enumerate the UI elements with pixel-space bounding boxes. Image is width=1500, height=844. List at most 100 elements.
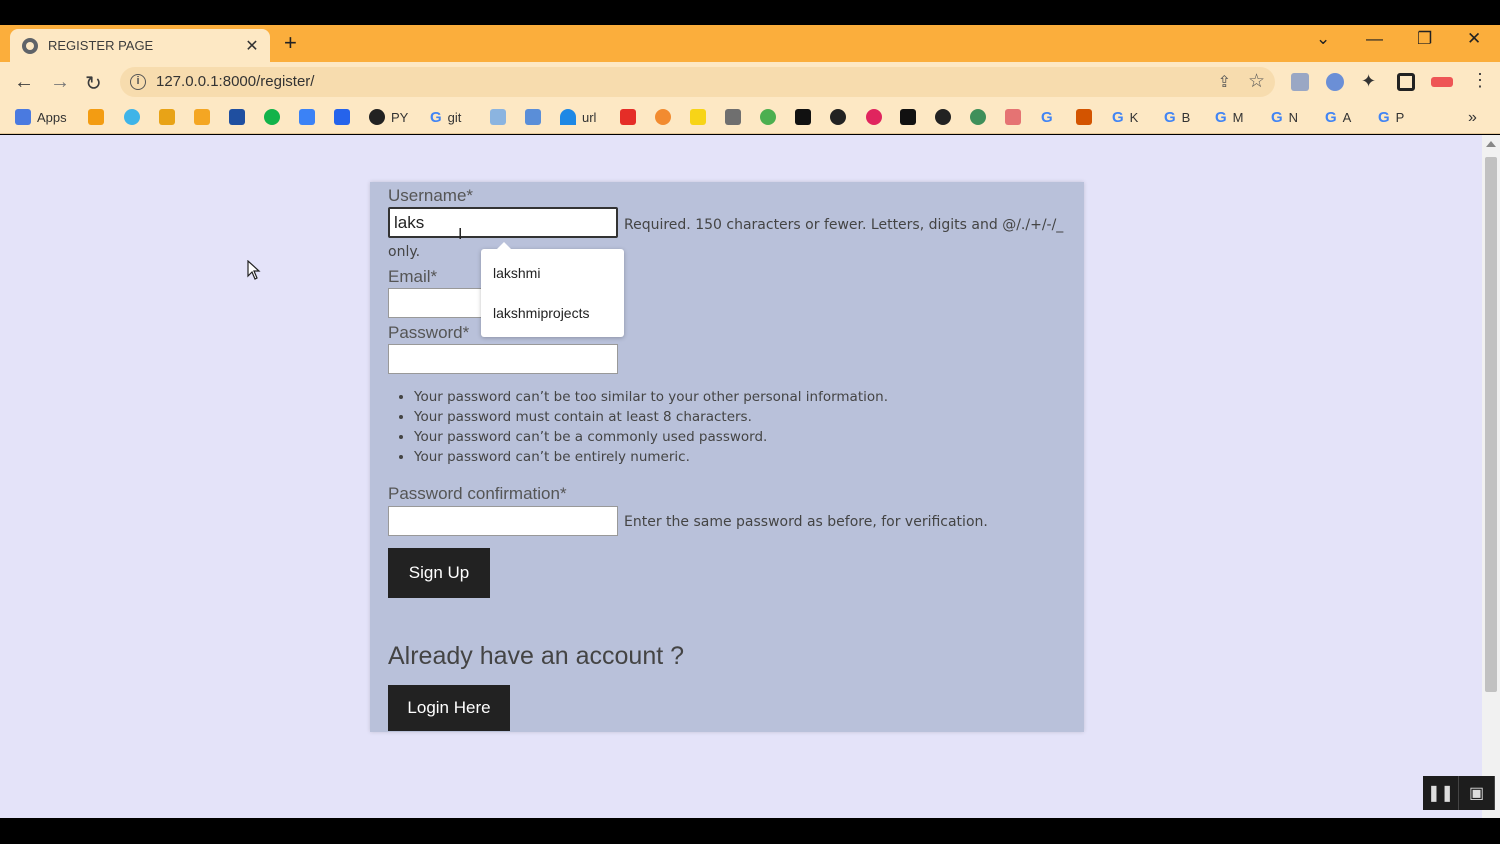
bookmark-star-icon[interactable]: ☆ [1248,70,1265,93]
battery-extension-icon[interactable] [1431,77,1453,87]
bookmark-icon[interactable] [490,109,506,125]
username-help-text: Required. 150 characters or fewer. Lette… [624,217,1064,233]
username-input[interactable]: laks [388,207,618,238]
bookmark-icon[interactable] [88,109,104,125]
bookmarks-bar: Apps PY G git url G GK GB GM GN GA G P » [0,102,1500,134]
bookmark-a[interactable]: GA [1325,109,1351,126]
password-rule: Your password must contain at least 8 ch… [414,407,888,427]
share-icon[interactable]: ⇪ [1218,72,1231,92]
google-icon: G [1271,109,1283,126]
address-bar[interactable]: i 127.0.0.1:8000/register/ ⇪ ☆ [120,67,1275,97]
tab-strip: REGISTER PAGE ✕ + ⌄ — ❐ ✕ [0,25,1500,62]
url-text: 127.0.0.1:8000/register/ [156,73,315,90]
profile-extension-icon[interactable] [1326,73,1344,91]
bookmark-b[interactable]: GB [1164,109,1190,126]
bookmark-n[interactable]: GN [1271,109,1298,126]
browser-toolbar: ← → ↻ i 127.0.0.1:8000/register/ ⇪ ☆ ✦ ⋮ [0,62,1500,102]
tab-search-icon[interactable]: ⌄ [1316,29,1330,49]
bookmark-icon[interactable] [159,109,175,125]
bookmark-icon[interactable] [655,109,671,125]
picture-in-picture-icon[interactable]: ▣ [1459,776,1495,810]
scroll-up-icon[interactable] [1486,141,1496,147]
wifi-icon [560,109,576,125]
extension-icon[interactable] [1291,73,1309,91]
close-window-icon[interactable]: ✕ [1467,29,1481,49]
bookmark-icon[interactable] [1076,109,1092,125]
username-value: laks [394,213,425,232]
scrollbar-thumb[interactable] [1485,157,1497,692]
password-input[interactable] [388,344,618,374]
password-rule: Your password can’t be entirely numeric. [414,447,888,467]
bookmark-icon[interactable] [124,109,140,125]
forward-icon[interactable]: → [50,71,70,94]
bookmark-icon[interactable] [264,109,280,125]
bookmark-m[interactable]: GM [1215,109,1244,126]
close-tab-icon[interactable]: ✕ [244,36,260,56]
bookmark-py[interactable]: PY [369,109,408,125]
password-confirmation-input[interactable] [388,506,618,536]
media-controls: ❚❚ ▣ [1423,776,1495,810]
bookmark-icon[interactable] [194,109,210,125]
bookmark-icon[interactable] [690,109,706,125]
info-icon[interactable]: i [130,74,146,90]
globe-icon [22,37,38,54]
login-here-button[interactable]: Login Here [388,685,510,731]
back-icon[interactable]: ← [14,71,34,94]
bookmark-icon[interactable] [970,109,986,125]
minimize-icon[interactable]: — [1366,29,1383,49]
github-icon [369,109,385,125]
google-icon: G [1378,109,1390,126]
tab-register-page[interactable]: REGISTER PAGE ✕ [10,29,270,62]
autocomplete-option[interactable]: lakshmiprojects [493,305,589,321]
page-viewport: Username* laks Required. 150 characters … [0,135,1482,818]
bookmark-url[interactable]: url [560,109,596,125]
youtube-icon[interactable] [620,109,636,125]
bookmark-icon[interactable] [795,109,811,125]
new-tab-icon[interactable]: + [284,30,297,56]
password-rule: Your password can’t be a commonly used p… [414,427,888,447]
password-label: Password* [388,323,470,342]
password-confirmation-help: Enter the same password as before, for v… [624,514,988,530]
google-icon: G [1325,109,1337,126]
apps-grid-icon [15,109,31,125]
puzzle-icon[interactable]: ✦ [1361,71,1379,91]
register-form-card: Username* laks Required. 150 characters … [370,182,1084,732]
pause-icon[interactable]: ❚❚ [1423,776,1459,810]
sign-up-button[interactable]: Sign Up [388,548,490,598]
google-icon: G [1112,109,1124,126]
bookmark-icon[interactable] [1005,109,1021,125]
bookmark-icon[interactable] [334,109,350,125]
side-panel-icon[interactable] [1397,73,1415,91]
bookmark-apps[interactable]: Apps [15,109,67,125]
autocomplete-dropdown: lakshmi lakshmiprojects [481,242,624,337]
email-label: Email* [388,267,438,286]
google-icon: G [430,109,442,126]
reload-icon[interactable]: ↻ [85,71,102,96]
bookmarks-overflow-icon[interactable]: » [1468,109,1477,127]
password-confirmation-label: Password confirmation* [388,484,567,503]
letterbox-top [0,0,1500,25]
bookmark-icon[interactable] [299,109,315,125]
bookmark-icon[interactable] [935,109,951,125]
bookmark-p[interactable]: GP [1378,109,1404,126]
bookmark-icon[interactable] [830,109,846,125]
text-cursor-icon: I [458,226,463,243]
bookmark-icon[interactable] [525,109,541,125]
autocomplete-option[interactable]: lakshmi [493,265,540,281]
mouse-pointer-icon [247,260,261,280]
bookmark-k[interactable]: GK [1112,109,1138,126]
vertical-scrollbar[interactable] [1482,135,1500,818]
google-icon[interactable]: G [1041,109,1053,126]
already-have-account-heading: Already have an account ? [388,642,685,670]
bookmark-icon[interactable] [760,109,776,125]
heart-icon[interactable] [866,109,882,125]
google-icon: G [1164,109,1176,126]
restore-icon[interactable]: ❐ [1417,29,1432,49]
bookmark-icon[interactable] [229,109,245,125]
bookmark-icon[interactable] [725,109,741,125]
bookmark-icon[interactable] [900,109,916,125]
password-rules-list: Your password can’t be too similar to yo… [414,387,888,467]
menu-icon[interactable]: ⋮ [1471,70,1489,91]
bookmark-git[interactable]: G git [430,109,461,126]
letterbox-bottom [0,818,1500,844]
